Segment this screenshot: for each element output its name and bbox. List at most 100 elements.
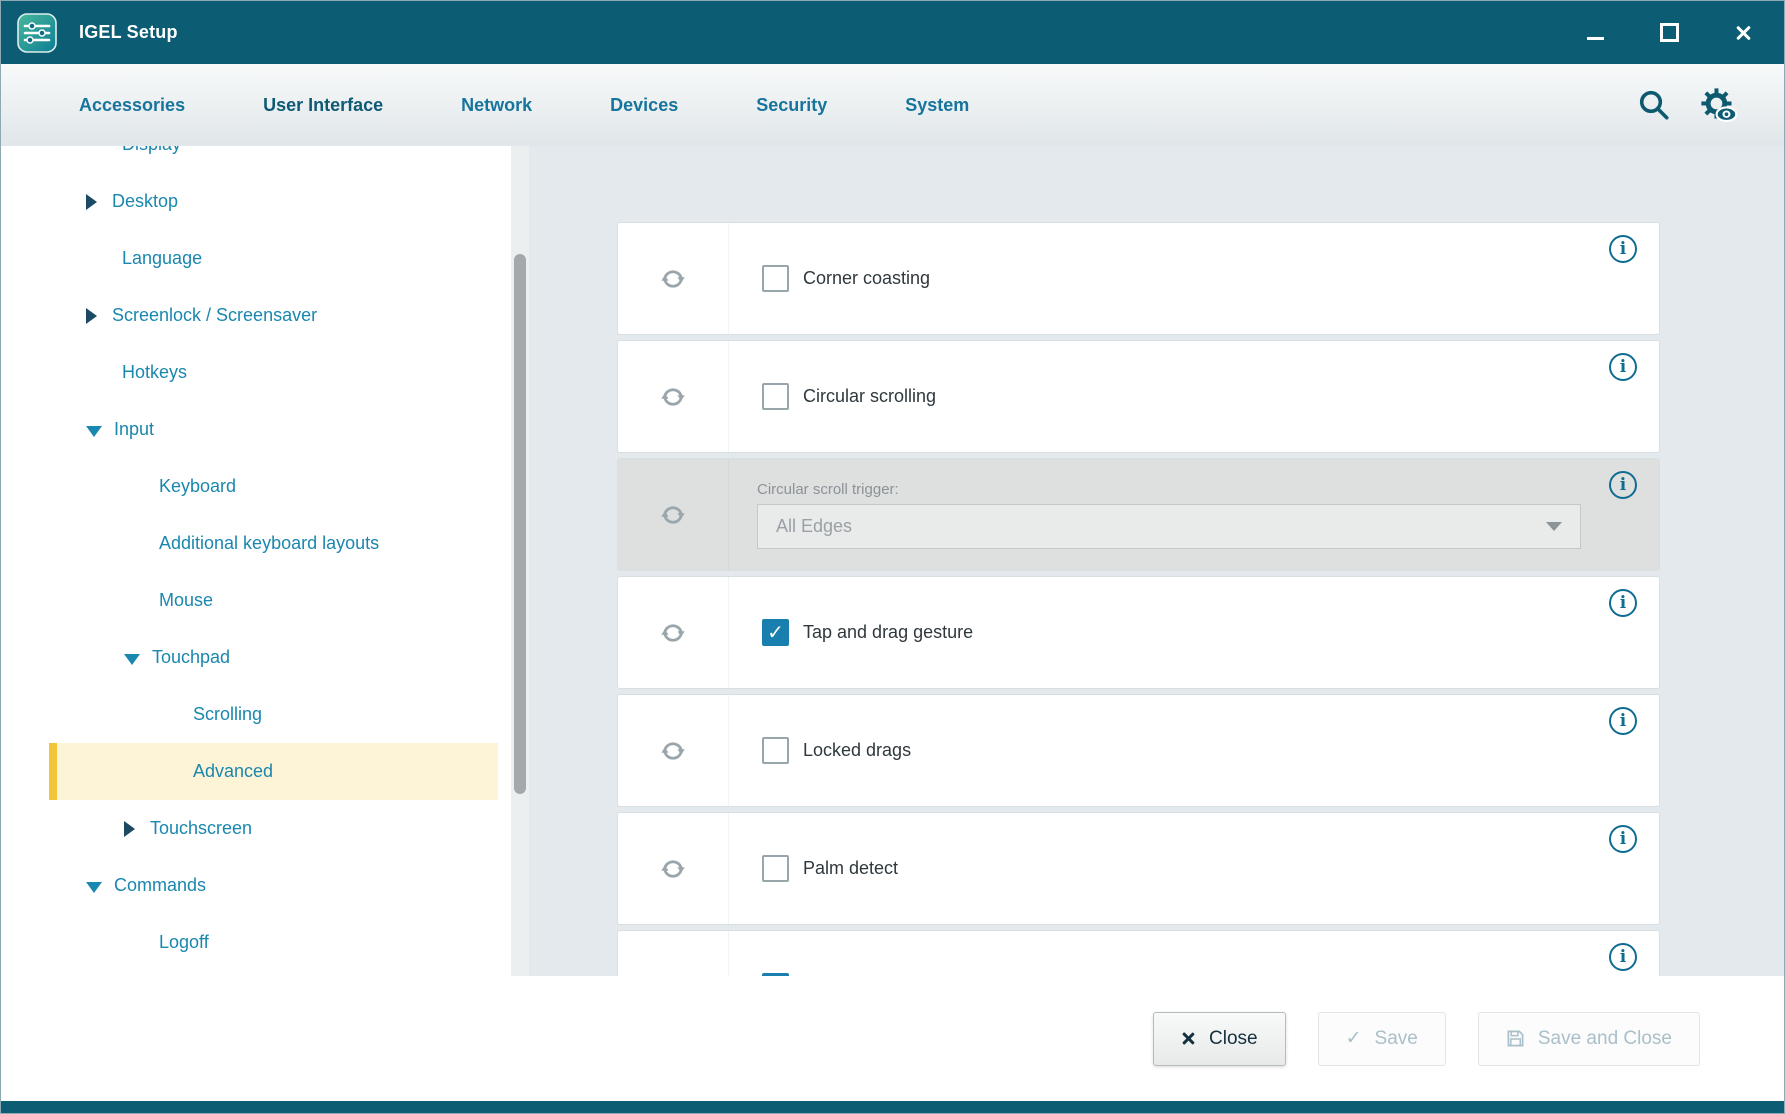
- setting-row-locked-drags: Locked drags i: [618, 695, 1659, 806]
- chevron-down-icon[interactable]: [86, 426, 102, 437]
- tab-system[interactable]: System: [905, 95, 969, 116]
- reset-icon: [658, 736, 688, 766]
- info-icon[interactable]: i: [1609, 707, 1637, 735]
- info-icon[interactable]: i: [1609, 235, 1637, 263]
- reset-button[interactable]: [618, 459, 729, 570]
- sidebar-item-desktop[interactable]: Desktop: [1, 173, 511, 230]
- checkbox-tap-and-drag-gesture[interactable]: ✓ Tap and drag gesture: [762, 619, 973, 646]
- minimize-button[interactable]: [1582, 20, 1608, 46]
- setting-content: Locked drags: [729, 695, 1659, 806]
- info-icon[interactable]: i: [1609, 943, 1637, 971]
- checkbox-unchecked[interactable]: [762, 737, 789, 764]
- circular-scroll-trigger-select[interactable]: All Edges: [757, 504, 1581, 549]
- setting-row-corner-coasting: Corner coasting i: [618, 223, 1659, 334]
- setting-content: Circular scroll trigger: All Edges: [729, 459, 1659, 570]
- checkbox-palm-detect[interactable]: Palm detect: [762, 855, 898, 882]
- window-bottom-edge: [1, 1101, 1784, 1113]
- checkbox-unchecked[interactable]: [762, 265, 789, 292]
- reset-button[interactable]: [618, 223, 729, 334]
- scrollbar-thumb[interactable]: [514, 254, 526, 794]
- chevron-down-icon[interactable]: [86, 882, 102, 893]
- reset-button[interactable]: [618, 577, 729, 688]
- reset-button[interactable]: [618, 341, 729, 452]
- sidebar-item-additional-keyboard-layouts[interactable]: Additional keyboard layouts: [1, 515, 511, 572]
- search-icon[interactable]: [1636, 87, 1672, 123]
- tab-network[interactable]: Network: [461, 95, 532, 116]
- settings-gear-eye-icon[interactable]: [1698, 85, 1738, 125]
- info-icon[interactable]: i: [1609, 589, 1637, 617]
- tab-devices[interactable]: Devices: [610, 95, 678, 116]
- content-area: Display Desktop Language Screenlock / Sc…: [1, 146, 1784, 976]
- reset-icon: [658, 500, 688, 530]
- maximize-icon: [1660, 23, 1679, 42]
- chevron-right-icon[interactable]: [124, 821, 135, 837]
- save-and-close-button[interactable]: Save and Close: [1478, 1012, 1700, 1066]
- reset-icon: [658, 382, 688, 412]
- sidebar-item-display[interactable]: Display: [1, 146, 511, 173]
- tab-bar: Accessories User Interface Network Devic…: [1, 64, 1784, 146]
- checkbox-circular-scrolling[interactable]: Circular scrolling: [762, 383, 936, 410]
- window-controls: [1582, 20, 1784, 46]
- sidebar-item-screenlock-screensaver[interactable]: Screenlock / Screensaver: [1, 287, 511, 344]
- chevron-down-icon: [1546, 522, 1562, 531]
- floppy-disk-icon: [1506, 1029, 1525, 1048]
- chevron-down-icon[interactable]: [124, 654, 140, 665]
- info-icon[interactable]: i: [1609, 471, 1637, 499]
- reset-icon: [658, 854, 688, 884]
- setting-content: ✓ Tap and drag gesture: [729, 577, 1659, 688]
- info-icon[interactable]: i: [1609, 825, 1637, 853]
- sidebar-item-language[interactable]: Language: [1, 230, 511, 287]
- igel-logo-icon: [17, 13, 57, 53]
- setting-content: Corner coasting: [729, 223, 1659, 334]
- close-x-icon: [1181, 1031, 1196, 1046]
- chevron-right-icon[interactable]: [86, 308, 97, 324]
- sidebar-item-scrolling[interactable]: Scrolling: [1, 686, 511, 743]
- save-button[interactable]: ✓ Save: [1318, 1012, 1446, 1066]
- checkbox-checked[interactable]: ✓: [762, 619, 789, 646]
- minimize-icon: [1587, 37, 1604, 40]
- reset-button[interactable]: [618, 931, 729, 976]
- reset-icon: [658, 618, 688, 648]
- tab-user-interface[interactable]: User Interface: [263, 95, 383, 116]
- setting-row-palm-detect: Palm detect i: [618, 813, 1659, 924]
- setting-row-circular-scrolling: Circular scrolling i: [618, 341, 1659, 452]
- checkbox-unchecked[interactable]: [762, 855, 789, 882]
- setting-row-circular-scroll-trigger: Circular scroll trigger: All Edges i: [618, 459, 1659, 570]
- tab-accessories[interactable]: Accessories: [79, 95, 185, 116]
- checkbox-corner-coasting[interactable]: Corner coasting: [762, 265, 930, 292]
- setting-row-clipped: ✓ i: [618, 931, 1659, 976]
- sidebar-item-mouse[interactable]: Mouse: [1, 572, 511, 629]
- sidebar-scrollbar[interactable]: [511, 146, 529, 976]
- footer-bar: Close ✓ Save Save and Close: [1, 976, 1784, 1101]
- setting-row-tap-and-drag-gesture: ✓ Tap and drag gesture i: [618, 577, 1659, 688]
- info-icon[interactable]: i: [1609, 353, 1637, 381]
- tab-security[interactable]: Security: [756, 95, 827, 116]
- sidebar-item-hotkeys[interactable]: Hotkeys: [1, 344, 511, 401]
- reset-icon: [658, 264, 688, 294]
- setting-content: Circular scrolling: [729, 341, 1659, 452]
- maximize-button[interactable]: [1656, 20, 1682, 46]
- save-check-icon: ✓: [1346, 1029, 1362, 1048]
- close-window-button[interactable]: [1730, 20, 1756, 46]
- settings-panel: Corner coasting i: [529, 146, 1784, 976]
- chevron-right-icon[interactable]: [86, 194, 97, 210]
- tabbar-icons: [1636, 85, 1784, 125]
- window-title: IGEL Setup: [79, 22, 178, 43]
- sidebar-item-input[interactable]: Input: [1, 401, 511, 458]
- select-value: All Edges: [776, 516, 852, 537]
- close-button[interactable]: Close: [1153, 1012, 1286, 1066]
- reset-button[interactable]: [618, 813, 729, 924]
- sidebar-item-touchpad[interactable]: Touchpad: [1, 629, 511, 686]
- sidebar-item-keyboard[interactable]: Keyboard: [1, 458, 511, 515]
- sidebar-item-commands[interactable]: Commands: [1, 857, 511, 914]
- checkbox-unchecked[interactable]: [762, 383, 789, 410]
- igel-setup-window: IGEL Setup Accessories User Interface Ne…: [0, 0, 1785, 1114]
- sidebar-item-logoff[interactable]: Logoff: [1, 914, 511, 971]
- checkbox-locked-drags[interactable]: Locked drags: [762, 737, 911, 764]
- setting-content: ✓: [729, 931, 1659, 976]
- sidebar-item-advanced[interactable]: Advanced: [49, 743, 498, 800]
- reset-button[interactable]: [618, 695, 729, 806]
- tree-list: Display Desktop Language Screenlock / Sc…: [1, 146, 511, 971]
- select-label: Circular scroll trigger:: [757, 481, 899, 498]
- sidebar-item-touchscreen[interactable]: Touchscreen: [1, 800, 511, 857]
